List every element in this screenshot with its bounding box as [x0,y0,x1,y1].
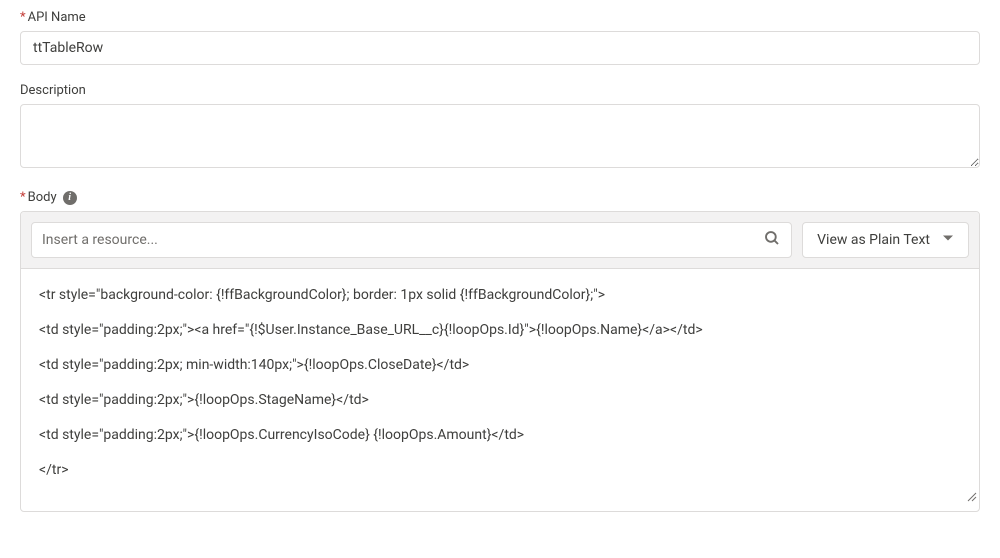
body-line: <td style="padding:2px;"><a href="{!$Use… [39,320,961,341]
resource-input[interactable] [42,232,763,248]
body-label-row: *Body i [20,190,980,205]
api-name-group: *API Name [20,10,980,65]
view-button-label: View as Plain Text [817,232,930,248]
api-name-input[interactable] [20,31,980,65]
resize-handle[interactable] [965,488,977,509]
body-toolbar: View as Plain Text [21,212,979,269]
body-line: <td style="padding:2px; min-width:140px;… [39,355,961,376]
resource-search[interactable] [31,222,792,258]
body-editor: View as Plain Text <tr style="background… [20,211,980,512]
chevron-down-icon [942,232,954,248]
description-label: Description [20,83,980,98]
description-input[interactable] [20,104,980,168]
body-line: <td style="padding:2px;">{!loopOps.Stage… [39,390,961,411]
body-line: <tr style="background-color: {!ffBackgro… [39,285,961,306]
view-as-plain-text-button[interactable]: View as Plain Text [802,222,969,258]
required-star: * [20,190,26,205]
search-icon[interactable] [763,229,781,251]
api-name-label: *API Name [20,10,980,25]
body-line: <td style="padding:2px;">{!loopOps.Curre… [39,425,961,446]
body-group: *Body i View as Plain Text [20,190,980,512]
body-label: *Body [20,190,57,205]
api-name-label-text: API Name [28,10,86,25]
body-line: </tr> [39,460,961,481]
body-content[interactable]: <tr style="background-color: {!ffBackgro… [21,269,979,511]
description-group: Description [20,83,980,172]
body-label-text: Body [28,190,57,205]
required-star: * [20,10,26,25]
info-icon[interactable]: i [63,191,77,205]
